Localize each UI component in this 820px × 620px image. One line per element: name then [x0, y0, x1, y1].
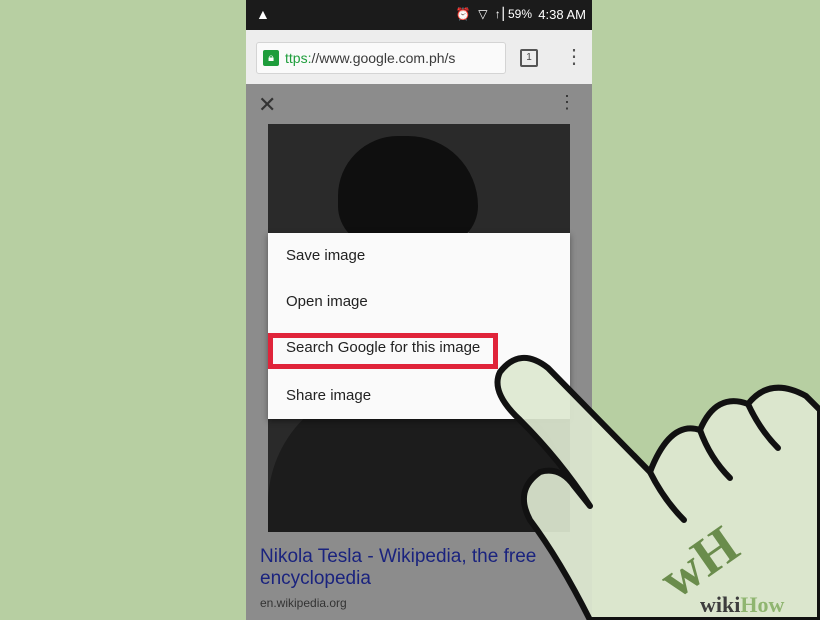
wikihow-logo-wiki: wiki [700, 592, 741, 617]
pointing-hand-icon: wH [494, 355, 820, 620]
wikihow-logo-how: How [740, 592, 785, 617]
wikihow-logo: wikiHow [700, 592, 784, 618]
